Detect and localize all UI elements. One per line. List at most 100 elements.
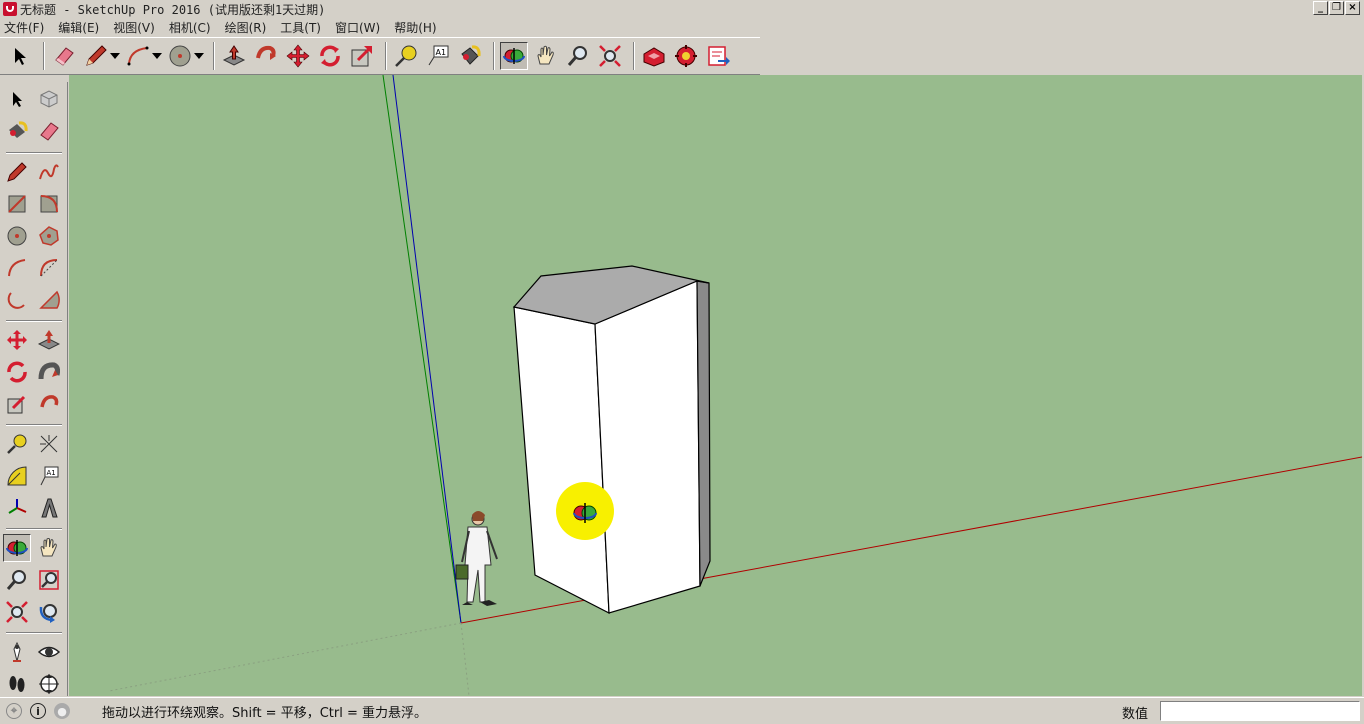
orbit-tool-button[interactable] (500, 42, 528, 70)
left-polygon-button[interactable] (35, 222, 63, 250)
credits-info-icon[interactable]: i (30, 703, 46, 719)
left-push-pull-button[interactable] (35, 326, 63, 354)
circle-dropdown-button[interactable] (194, 42, 204, 70)
menu-window[interactable]: 窗口(W) (335, 19, 380, 36)
extension-warehouse-button[interactable] (672, 42, 700, 70)
paint-bucket-tool-button[interactable] (456, 42, 484, 70)
pan-icon (40, 538, 57, 557)
scale-figure[interactable] (455, 511, 498, 606)
follow-me-icon (38, 362, 60, 380)
pencil-dropdown-button[interactable] (110, 42, 120, 70)
left-select-button[interactable] (3, 85, 31, 113)
left-offset-button[interactable] (35, 390, 63, 418)
window-controls: _ ❐ × (1313, 1, 1360, 15)
left-paint-bucket-button[interactable] (3, 117, 31, 145)
circle-icon (7, 226, 27, 246)
pan-tool-button[interactable] (532, 42, 560, 70)
menu-edit[interactable]: 编辑(E) (58, 19, 99, 36)
toolbar-separator (493, 42, 495, 70)
left-rectangle-button[interactable] (3, 190, 31, 218)
menu-draw[interactable]: 绘图(R) (225, 19, 267, 36)
menu-view[interactable]: 视图(V) (113, 19, 155, 36)
close-button[interactable]: × (1345, 1, 1360, 15)
orbit-icon (6, 540, 28, 556)
left-3point-arc-button[interactable] (3, 286, 31, 314)
left-zoom-button[interactable] (3, 566, 31, 594)
left-axes-button[interactable] (3, 494, 31, 522)
zoom-icon (567, 46, 587, 66)
menu-tools[interactable]: 工具(T) (280, 19, 321, 36)
zoom-tool-button[interactable] (564, 42, 592, 70)
menu-file[interactable]: 文件(F) (4, 19, 44, 36)
left-pencil-button[interactable] (3, 158, 31, 186)
left-rotate-button[interactable] (3, 358, 31, 386)
tape-measure-tool-button[interactable] (392, 42, 420, 70)
left-dimension-button[interactable] (35, 430, 63, 458)
left-freehand-button[interactable] (35, 158, 63, 186)
left-eraser-button[interactable] (35, 117, 63, 145)
rotate-tool-button[interactable] (316, 42, 344, 70)
left-walk-button[interactable] (3, 670, 31, 698)
left-section-plane-button[interactable] (35, 670, 63, 698)
menu-help[interactable]: 帮助(H) (394, 19, 436, 36)
push-pull-tool-button[interactable] (220, 42, 248, 70)
eraser-icon (55, 47, 74, 66)
text-tool-button[interactable]: A1 (424, 42, 452, 70)
measurements-input[interactable] (1160, 701, 1360, 721)
left-orbit-button[interactable] (3, 534, 31, 562)
menu-camera[interactable]: 相机(C) (169, 19, 211, 36)
left-pan-button[interactable] (35, 534, 63, 562)
share-model-button[interactable] (704, 42, 732, 70)
hexagonal-prism[interactable] (512, 265, 711, 615)
user-account-icon[interactable]: ● (54, 703, 70, 719)
prism-left-face[interactable] (513, 306, 610, 615)
left-3d-text-button[interactable] (35, 494, 63, 522)
left-component-button[interactable] (35, 85, 63, 113)
left-move-button[interactable] (3, 326, 31, 354)
zoom-extents-tool-button[interactable] (596, 42, 624, 70)
rotate-icon (320, 45, 340, 67)
left-protractor-button[interactable] (3, 462, 31, 490)
axes-icon (8, 499, 27, 514)
left-position-camera-button[interactable] (3, 638, 31, 666)
left-2point-arc-button[interactable] (35, 254, 63, 282)
left-rotated-rectangle-button[interactable] (35, 190, 63, 218)
left-scale-button[interactable] (3, 390, 31, 418)
status-icons: ⌖ i ● (0, 703, 90, 719)
3d-viewport[interactable] (69, 75, 1362, 696)
push-pull-icon (38, 330, 60, 350)
follow-me-tool-button[interactable] (252, 42, 280, 70)
svg-text:A1: A1 (47, 469, 56, 477)
arc-tool-button[interactable] (124, 42, 152, 70)
select-tool-button[interactable] (6, 42, 34, 70)
dimension-icon (40, 435, 58, 453)
window-title: 无标题 - SketchUp Pro 2016 (试用版还剩1天过期) (20, 2, 326, 17)
left-text-button[interactable]: A1 (35, 462, 63, 490)
scale-tool-button[interactable] (348, 42, 376, 70)
minimize-button[interactable]: _ (1313, 1, 1328, 15)
left-zoom-window-button[interactable] (35, 566, 63, 594)
left-previous-view-button[interactable] (35, 598, 63, 626)
green-axis (382, 75, 462, 624)
text-icon: A1 (428, 45, 449, 66)
pencil-tool-button[interactable] (82, 42, 110, 70)
left-follow-me-button[interactable] (35, 358, 63, 386)
move-tool-button[interactable] (284, 42, 312, 70)
left-circle-button[interactable] (3, 222, 31, 250)
eraser-tool-button[interactable] (50, 42, 78, 70)
left-arc-button[interactable] (3, 254, 31, 282)
geolocation-icon[interactable]: ⌖ (6, 703, 22, 719)
left-tape-measure-button[interactable] (3, 430, 31, 458)
left-pie-button[interactable] (35, 286, 63, 314)
left-zoom-extents-button[interactable] (3, 598, 31, 626)
hidden-axis-line (108, 622, 462, 692)
prism-front-face[interactable] (594, 280, 701, 614)
text-icon: A1 (40, 466, 59, 486)
warehouse-button[interactable] (640, 42, 668, 70)
circle-tool-button[interactable] (166, 42, 194, 70)
prism-right-face[interactable] (696, 280, 711, 587)
restore-button[interactable]: ❐ (1329, 1, 1344, 15)
left-look-around-button[interactable] (35, 638, 63, 666)
arc-dropdown-button[interactable] (152, 42, 162, 70)
scene-canvas[interactable] (69, 75, 1362, 696)
